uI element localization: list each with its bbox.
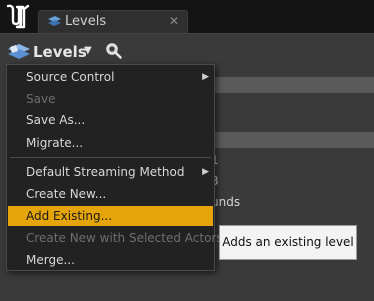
menu-item-label: Merge...	[26, 253, 75, 267]
unreal-logo-icon[interactable]	[4, 3, 30, 29]
menu-item-create-new-with-selected-actors: Create New with Selected Actors...	[8, 228, 234, 248]
title-bar: Levels ✕	[0, 0, 374, 34]
close-icon[interactable]: ✕	[169, 14, 179, 28]
level-row[interactable]	[210, 77, 374, 93]
levels-tab-icon	[48, 16, 61, 26]
menu-item-default-streaming-method[interactable]: Default Streaming Method ▶	[8, 162, 213, 182]
menu-item-label: Source Control	[26, 70, 115, 84]
menu-item-label: Add Existing...	[26, 209, 113, 223]
levels-icon	[8, 44, 30, 59]
tooltip: Adds an existing level	[219, 225, 357, 260]
search-icon[interactable]	[105, 42, 123, 60]
level-row[interactable]	[210, 132, 374, 148]
level-row-value: unds	[211, 195, 241, 209]
levels-menu-header[interactable]: Levels ▼	[6, 41, 126, 65]
menu-item-source-control[interactable]: Source Control ▶	[8, 67, 213, 87]
menu-item-label: Save As...	[26, 113, 86, 127]
menu-item-label: Create New with Selected Actors...	[26, 231, 235, 245]
tab-label: Levels	[65, 14, 107, 29]
levels-title: Levels	[33, 43, 87, 61]
menu-item-merge[interactable]: Merge...	[8, 250, 213, 270]
menu-item-add-existing[interactable]: Add Existing...	[8, 206, 213, 226]
menu-item-label: Save	[26, 92, 56, 106]
menu-item-migrate[interactable]: Migrate...	[8, 133, 213, 153]
menu-item-create-new[interactable]: Create New...	[8, 184, 213, 204]
menu-item-label: Create New...	[26, 187, 107, 201]
menu-item-label: Default Streaming Method	[26, 165, 185, 179]
chevron-down-icon: ▼	[84, 45, 92, 56]
tab-levels[interactable]: Levels ✕	[38, 10, 188, 33]
chevron-right-icon: ▶	[202, 167, 209, 177]
menu-item-save: Save	[8, 89, 213, 109]
menu-item-label: Migrate...	[26, 136, 84, 150]
menu-separator	[10, 157, 211, 158]
menu-item-save-as[interactable]: Save As...	[8, 110, 213, 130]
levels-dropdown-menu: Source Control ▶ Save Save As... Migrate…	[6, 64, 234, 271]
chevron-right-icon: ▶	[202, 72, 209, 82]
